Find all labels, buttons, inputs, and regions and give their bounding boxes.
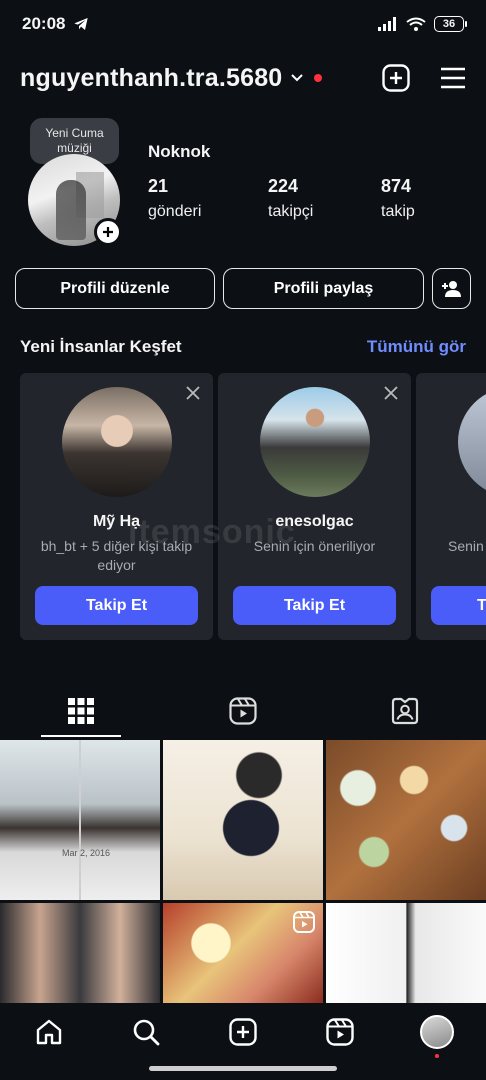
tab-tagged[interactable] [324,685,486,737]
grid-icon [68,698,94,724]
suggestion-subtitle: Senin [448,538,484,554]
see-all-link[interactable]: Tümünü gör [367,337,466,357]
nav-create[interactable] [223,1012,263,1052]
stat-followers[interactable]: 224 takipçi [268,176,313,221]
share-profile-button[interactable]: Profili paylaş [223,268,424,309]
add-person-icon [441,280,461,297]
chevron-down-icon[interactable] [290,71,304,85]
stat-posts[interactable]: 21 gönderi [148,176,201,221]
discover-title: Yeni İnsanlar Keşfet [20,337,182,356]
menu-icon[interactable] [440,67,466,89]
tagged-icon [391,697,419,725]
notification-dot [314,74,323,82]
telegram-icon [74,18,89,30]
post-thumbnail[interactable]: Mar 2, 2016 [0,740,160,900]
nav-home[interactable] [29,1012,69,1052]
post-thumbnail[interactable] [163,740,323,900]
post-overlay-date: Mar 2, 2016 [62,848,111,858]
post-thumbnail[interactable] [0,903,160,1003]
status-time: 20:08 [22,14,66,33]
suggestion-card[interactable]: enesolgac Senin için öneriliyor Takip Et [218,373,411,640]
profile-avatar[interactable] [28,154,122,246]
close-icon[interactable] [383,385,399,401]
nav-reels[interactable] [320,1012,360,1052]
suggestion-card[interactable]: Mỹ Hạ bh_bt + 5 diğer kişi takip ediyor … [20,373,213,640]
watermark: itemsonic [128,513,296,551]
tab-posts[interactable] [0,685,162,737]
discover-people-button[interactable] [432,268,471,309]
suggestion-avatar[interactable] [260,387,370,497]
reels-icon [229,697,257,725]
plus-icon [103,227,113,237]
profile-tabs [0,685,486,737]
create-icon [229,1018,257,1046]
wifi-icon [406,17,426,31]
home-indicator[interactable] [149,1066,337,1071]
notification-dot [435,1054,440,1058]
add-story-button[interactable] [94,218,122,246]
status-bar: 20:08 36 [0,0,486,48]
post-thumbnail[interactable] [326,903,486,1003]
suggestion-avatar[interactable] [458,387,486,497]
follow-button[interactable]: Takip Et [233,586,396,625]
create-icon[interactable] [382,64,410,92]
home-icon [36,1019,61,1045]
follow-button[interactable]: T [431,586,486,625]
reels-icon [326,1018,354,1046]
signal-icon [378,17,396,31]
profile-avatar [420,1015,455,1049]
follow-button[interactable]: Takip Et [35,586,198,625]
suggestion-card[interactable]: Senin T [416,373,486,640]
bottom-navigation [0,1004,486,1060]
stat-following[interactable]: 874 takip [381,176,415,221]
post-thumbnail[interactable] [326,740,486,900]
nav-profile[interactable] [417,1012,457,1058]
username[interactable]: nguyenthanh.tra.5680 [20,64,282,93]
battery-indicator: 36 [434,16,467,32]
posts-grid: Mar 2, 2016 [0,740,486,1004]
post-thumbnail[interactable] [163,903,323,1003]
profile-header: nguyenthanh.tra.5680 [0,56,486,100]
reels-badge-icon [293,911,315,933]
close-icon[interactable] [185,385,201,401]
tab-reels[interactable] [162,685,324,737]
profile-display-name: Noknok [148,142,211,161]
edit-profile-button[interactable]: Profili düzenle [15,268,215,309]
search-icon [133,1019,160,1046]
suggestion-avatar[interactable] [62,387,172,497]
nav-search[interactable] [126,1012,166,1052]
